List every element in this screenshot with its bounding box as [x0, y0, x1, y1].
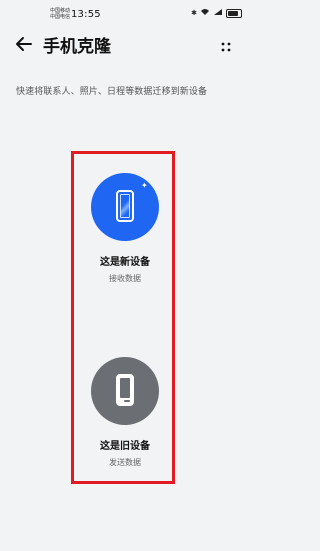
new-device-subtitle: 接收数据	[109, 274, 141, 283]
new-device-circle[interactable]: ✦	[91, 173, 159, 241]
more-dots-icon[interactable]	[220, 38, 232, 52]
new-device-title: 这是新设备	[100, 257, 150, 268]
carrier-2: 中国电信	[50, 14, 71, 20]
description-text: 快速将联系人、照片、日程等数据迁移到新设备	[16, 87, 208, 97]
status-bar: 中国移动 中国电信 13:55 ✱	[0, 0, 250, 26]
home-bar	[124, 400, 130, 402]
sparkle-icon: ✦	[141, 181, 148, 190]
back-arrow-icon[interactable]	[14, 34, 34, 54]
app-bar: 手机克隆	[0, 28, 250, 68]
page-title: 手机克隆	[43, 37, 111, 57]
signal-icon	[213, 8, 223, 18]
bluetooth-icon: ✱	[191, 9, 197, 17]
new-device-option[interactable]: ✦ 这是新设备 接收数据	[89, 173, 161, 284]
old-device-subtitle: 发送数据	[109, 458, 141, 467]
old-phone-icon	[116, 374, 134, 406]
new-phone-icon	[116, 190, 134, 222]
old-device-option[interactable]: 这是旧设备 发送数据	[89, 357, 161, 468]
wifi-icon	[200, 8, 210, 18]
battery-icon	[226, 8, 242, 18]
old-device-title: 这是旧设备	[100, 441, 150, 452]
status-time: 13:55	[71, 9, 101, 20]
status-icons: ✱	[191, 8, 242, 18]
carrier-info: 中国移动 中国电信	[50, 8, 70, 20]
old-device-circle[interactable]	[91, 357, 159, 425]
